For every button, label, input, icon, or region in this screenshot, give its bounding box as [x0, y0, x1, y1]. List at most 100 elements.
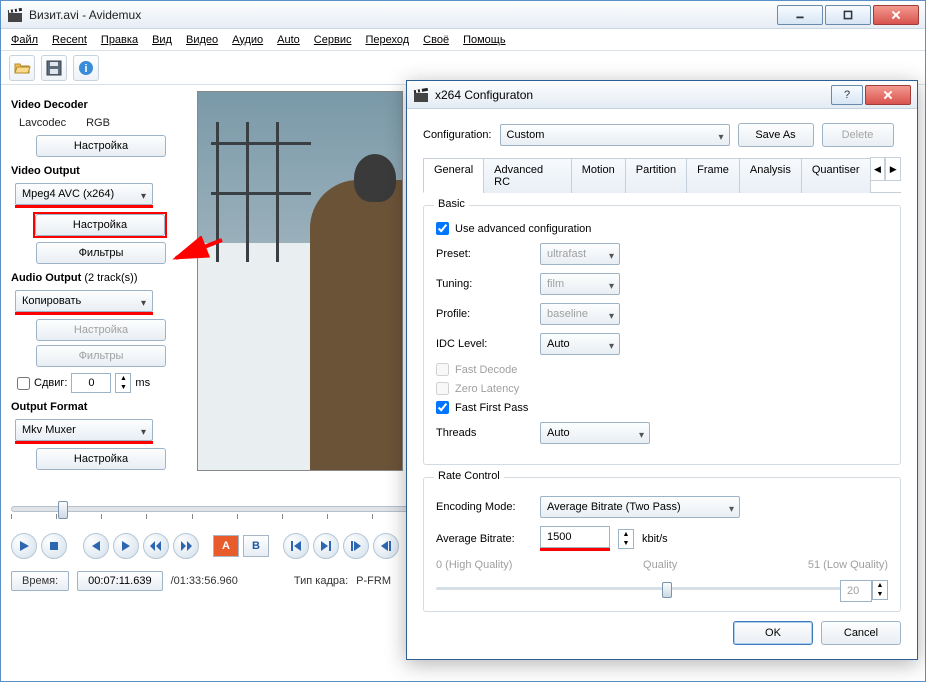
stop-button[interactable]: [41, 533, 67, 559]
basic-legend: Basic: [434, 198, 469, 210]
goto-end-button[interactable]: [313, 533, 339, 559]
prev-keyframe-button[interactable]: [143, 533, 169, 559]
tab-partition[interactable]: Partition: [625, 158, 687, 193]
next-keyframe-button[interactable]: [173, 533, 199, 559]
side-panel: Video Decoder Lavcodec RGB Настройка Vid…: [11, 91, 191, 474]
configuration-select[interactable]: Custom: [500, 124, 730, 146]
audio-filters-button: Фильтры: [36, 345, 166, 367]
output-format-select[interactable]: Mkv Muxer: [15, 419, 153, 441]
mark-b-button[interactable]: B: [243, 535, 269, 557]
delete-button: Delete: [822, 123, 894, 147]
minimize-button[interactable]: [777, 5, 823, 25]
marker-b-icon: [380, 540, 392, 552]
threads-select[interactable]: Auto: [540, 422, 650, 444]
tab-scroll-left[interactable]: ◀: [870, 157, 886, 181]
tuning-select: film: [540, 273, 620, 295]
tab-motion[interactable]: Motion: [571, 158, 626, 193]
bitrate-spinner[interactable]: ▲▼: [618, 529, 634, 549]
info-icon: i: [77, 59, 95, 77]
shift-spinner[interactable]: ▲▼: [115, 373, 131, 393]
quality-slider: 20 ▲▼: [436, 577, 888, 599]
first-icon: [290, 540, 302, 552]
menubar: Файл Recent Правка Вид Видео Аудио Auto …: [1, 29, 925, 51]
menu-tools[interactable]: Сервис: [314, 34, 352, 46]
maximize-button[interactable]: [825, 5, 871, 25]
prev-frame-button[interactable]: [83, 533, 109, 559]
goto-marker-a-button[interactable]: [343, 533, 369, 559]
mark-a-button[interactable]: A: [213, 535, 239, 557]
tab-advanced-rc[interactable]: Advanced RC: [483, 158, 572, 193]
quality-label: Quality: [643, 559, 677, 571]
frame-type-label: Тип кадра:: [294, 575, 348, 587]
audio-config-button: Настройка: [36, 319, 166, 341]
fast-first-pass-checkbox[interactable]: [436, 401, 449, 414]
dialog-help-button[interactable]: ?: [831, 85, 863, 105]
avg-bitrate-input[interactable]: 1500: [540, 526, 610, 548]
tab-quantiser[interactable]: Quantiser: [801, 158, 871, 193]
rate-control-group: Rate Control Encoding Mode:Average Bitra…: [423, 477, 901, 612]
open-button[interactable]: [9, 55, 35, 81]
menu-video[interactable]: Видео: [186, 34, 218, 46]
rate-legend: Rate Control: [434, 470, 504, 482]
video-decoder-label: Video Decoder: [11, 99, 191, 111]
close-button[interactable]: [873, 5, 919, 25]
threads-label: Threads: [436, 427, 532, 439]
menu-audio[interactable]: Аудио: [232, 34, 263, 46]
audio-output-select[interactable]: Копировать: [15, 290, 153, 312]
tab-scroll-right[interactable]: ▶: [885, 157, 901, 181]
use-advanced-checkbox[interactable]: [436, 222, 449, 235]
menu-auto[interactable]: Auto: [277, 34, 300, 46]
info-button[interactable]: i: [73, 55, 99, 81]
timeline-thumb[interactable]: [58, 501, 68, 519]
cancel-button[interactable]: Cancel: [821, 621, 901, 645]
zero-latency-checkbox: [436, 382, 449, 395]
video-filters-button[interactable]: Фильтры: [36, 242, 166, 264]
idc-select[interactable]: Auto: [540, 333, 620, 355]
play-button[interactable]: [11, 533, 37, 559]
menu-view[interactable]: Вид: [152, 34, 172, 46]
decoder-config-button[interactable]: Настройка: [36, 135, 166, 157]
dialog-titlebar: x264 Configuraton ?: [407, 81, 917, 109]
menu-file[interactable]: Файл: [11, 34, 38, 46]
window-title: Визит.avi - Avidemux: [29, 8, 775, 22]
ok-button[interactable]: OK: [733, 621, 813, 645]
profile-select: baseline: [540, 303, 620, 325]
tab-general[interactable]: General: [423, 158, 484, 193]
titlebar: Визит.avi - Avidemux: [1, 1, 925, 29]
format-config-button[interactable]: Настройка: [36, 448, 166, 470]
frame-type-value: P-FRM: [356, 575, 391, 587]
goto-marker-b-button[interactable]: [373, 533, 399, 559]
save-button[interactable]: [41, 55, 67, 81]
window-controls: [775, 5, 919, 25]
quality-low-label: 51 (Low Quality): [808, 559, 888, 571]
time-value[interactable]: 00:07:11.639: [77, 571, 162, 591]
menu-custom[interactable]: Своё: [423, 34, 449, 46]
output-format-value: Mkv Muxer: [22, 424, 76, 436]
video-output-config-button[interactable]: Настройка: [35, 214, 165, 236]
dialog-close-button[interactable]: [865, 85, 911, 105]
marker-a-icon: [350, 540, 362, 552]
fast-decode-label: Fast Decode: [455, 364, 517, 376]
floppy-icon: [45, 59, 63, 77]
next-frame-button[interactable]: [113, 533, 139, 559]
zero-latency-label: Zero Latency: [455, 383, 519, 395]
menu-go[interactable]: Переход: [365, 34, 409, 46]
prev-icon: [90, 540, 102, 552]
save-as-button[interactable]: Save As: [738, 123, 814, 147]
video-output-select[interactable]: Mpeg4 AVC (x264): [15, 183, 153, 205]
shift-checkbox[interactable]: [17, 377, 30, 390]
shift-unit: ms: [135, 377, 150, 389]
dialog-icon: [413, 87, 429, 103]
tab-analysis[interactable]: Analysis: [739, 158, 802, 193]
basic-group: Basic Use advanced configuration Preset:…: [423, 205, 901, 465]
menu-recent[interactable]: Recent: [52, 34, 87, 46]
menu-edit[interactable]: Правка: [101, 34, 138, 46]
tab-frame[interactable]: Frame: [686, 158, 740, 193]
shift-input[interactable]: 0: [71, 373, 111, 393]
svg-text:i: i: [84, 63, 87, 75]
enc-mode-select[interactable]: Average Bitrate (Two Pass): [540, 496, 740, 518]
menu-help[interactable]: Помощь: [463, 34, 506, 46]
dialog-footer: OK Cancel: [733, 621, 901, 645]
goto-start-button[interactable]: [283, 533, 309, 559]
time-label: Время:: [11, 571, 69, 591]
